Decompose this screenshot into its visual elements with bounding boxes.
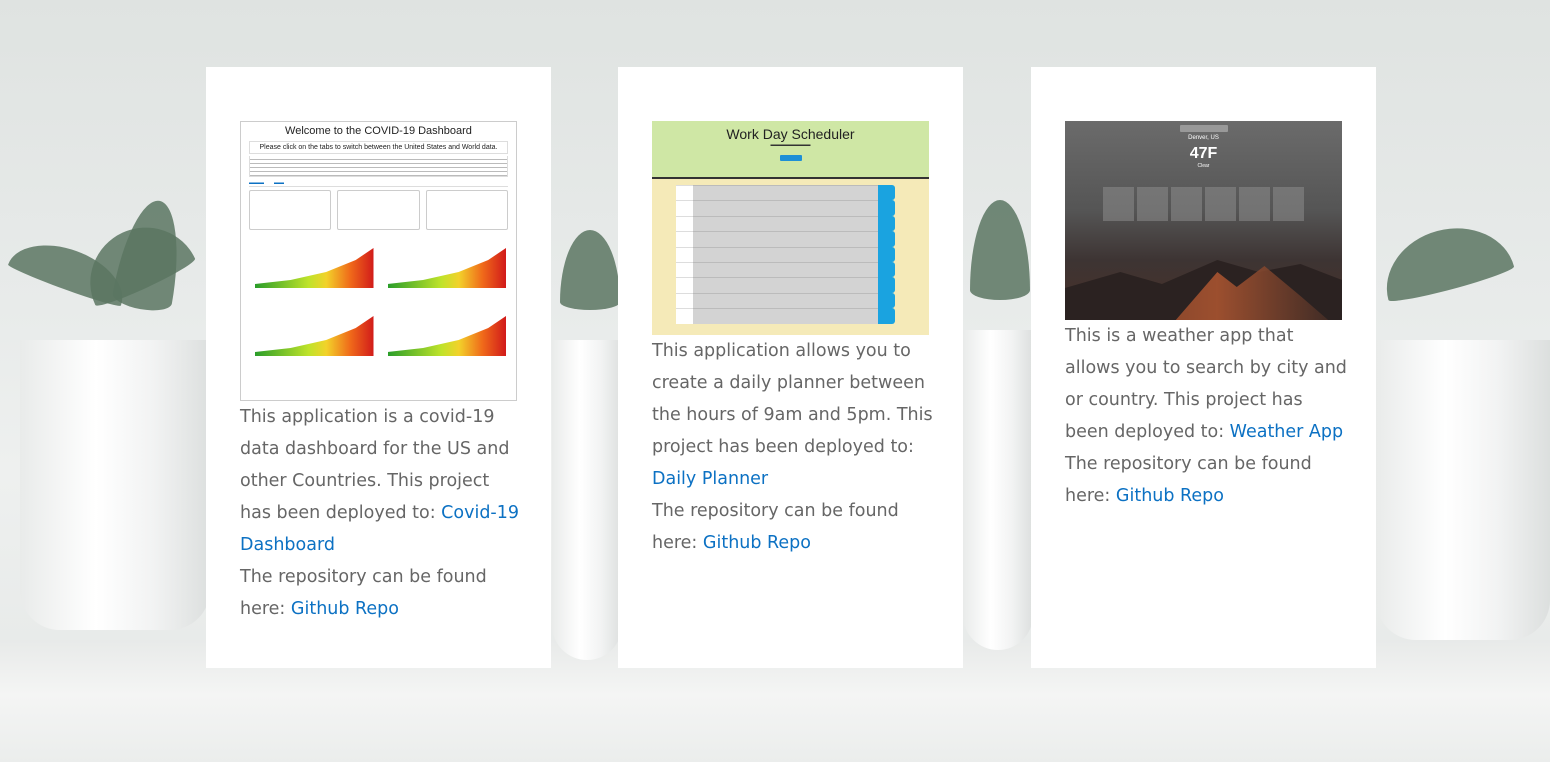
scheduler-row — [676, 215, 895, 232]
plant-pot — [552, 340, 622, 660]
covid-thumb-chart — [249, 236, 376, 298]
covid-thumb-chart — [382, 236, 509, 298]
scheduler-row — [676, 231, 895, 247]
plant-leaf — [110, 195, 190, 315]
weather-thumb-forecast — [1065, 187, 1342, 221]
scheduler-row — [676, 292, 895, 309]
project-card-covid: Welcome to the COVID-19 Dashboard Please… — [206, 67, 551, 668]
covid-thumb-subtitle: Please click on the tabs to switch betwe… — [249, 141, 508, 154]
covid-thumb-controls — [249, 190, 508, 230]
plant-pot — [20, 340, 210, 630]
plant-leaf — [970, 200, 1030, 300]
plant-leaf — [1374, 214, 1516, 306]
scheduler-row — [676, 185, 895, 201]
scheduler-desc-text: This application allows you to create a … — [652, 341, 933, 457]
plant-leaf — [560, 230, 620, 310]
weather-repo-link[interactable]: Github Repo — [1116, 486, 1224, 506]
scheduler-thumb-subtitle: ▬▬▬▬▬▬▬▬ — [770, 142, 811, 148]
project-card-scheduler: Work Day Scheduler ▬▬▬▬▬▬▬▬ This applica… — [618, 67, 963, 668]
covid-repo-link[interactable]: Github Repo — [291, 599, 399, 619]
covid-dashboard-screenshot[interactable]: Welcome to the COVID-19 Dashboard Please… — [240, 121, 517, 401]
scheduler-row — [676, 308, 895, 324]
covid-thumb-text-lines — [249, 156, 508, 177]
scheduler-row — [676, 277, 895, 293]
weather-description: This is a weather app that allows you to… — [1065, 320, 1350, 512]
scheduler-repo-link[interactable]: Github Repo — [703, 533, 811, 553]
weather-thumb-content: Denver, US 47F Clear — [1065, 125, 1342, 221]
plant-leaf — [6, 230, 134, 310]
scheduler-row — [676, 246, 895, 262]
covid-thumb-title: Welcome to the COVID-19 Dashboard — [285, 125, 472, 137]
scheduler-deploy-link[interactable]: Daily Planner — [652, 469, 768, 489]
weather-thumb-condition: Clear — [1197, 163, 1210, 169]
scheduler-thumb-rows — [676, 185, 895, 324]
scheduler-thumb-title: Work Day Scheduler — [726, 126, 855, 142]
plant-pot — [1376, 340, 1550, 640]
plant-leaf — [72, 209, 198, 311]
weather-deploy-link[interactable]: Weather App — [1230, 422, 1343, 442]
plant-pot — [963, 330, 1033, 650]
project-card-weather: Denver, US 47F Clear This is a weather a… — [1031, 67, 1376, 668]
covid-thumb-chart — [249, 304, 376, 366]
scheduler-thumb-header: Work Day Scheduler ▬▬▬▬▬▬▬▬ — [652, 121, 929, 179]
covid-thumb-chart — [382, 304, 509, 366]
weather-app-screenshot[interactable]: Denver, US 47F Clear — [1065, 121, 1342, 320]
covid-thumb-charts — [249, 236, 508, 366]
weather-thumb-city: Denver, US — [1188, 135, 1219, 141]
covid-description: This application is a covid-19 data dash… — [240, 401, 525, 625]
scheduler-row — [676, 261, 895, 278]
weather-thumb-search — [1179, 125, 1228, 132]
scheduler-screenshot[interactable]: Work Day Scheduler ▬▬▬▬▬▬▬▬ — [652, 121, 929, 335]
scheduler-row — [676, 200, 895, 216]
scheduler-thumb-button — [779, 155, 802, 161]
scheduler-description: This application allows you to create a … — [652, 335, 937, 559]
covid-thumb-tabs: ▬▬▬ ▬▬ — [249, 180, 508, 187]
weather-thumb-temp: 47F — [1189, 145, 1218, 162]
